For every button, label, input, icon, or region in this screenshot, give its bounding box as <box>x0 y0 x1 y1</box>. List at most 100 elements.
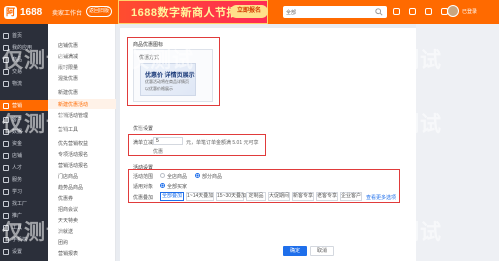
logo-text: 1688 <box>20 6 43 18</box>
bell-icon[interactable] <box>409 8 416 15</box>
sidebar-item[interactable]: 我的应用 <box>0 42 48 53</box>
sidebar-item[interactable]: 工具 <box>0 222 48 233</box>
right-gutter <box>416 24 499 261</box>
submenu-item[interactable]: 优先营销权益 <box>58 140 88 147</box>
submenu-item[interactable]: 限时限量 <box>58 64 78 71</box>
home-icon <box>3 32 9 39</box>
image-headline: 优惠价 详情页展示 <box>145 73 195 79</box>
top-bar: 阿 1688 卖家工作台 返回旧版 1688数字新商人节招商 立即报名 全部 已… <box>0 0 499 24</box>
person-icon <box>3 164 9 171</box>
segment-option[interactable]: 企业客户 <box>340 192 362 201</box>
sidebar-item[interactable]: 学习 <box>0 186 48 197</box>
submenu-item[interactable]: 营销活动报名 <box>58 162 88 169</box>
scope-radio-partial[interactable] <box>195 173 200 178</box>
submenu-item-active[interactable]: 新建优惠活动 <box>58 101 88 108</box>
truck-icon <box>3 80 9 87</box>
search-icon[interactable] <box>375 8 383 16</box>
message-icon[interactable] <box>393 8 400 15</box>
search-scope[interactable]: 全部 <box>286 9 296 16</box>
submenu-item[interactable]: 趋势品商品 <box>58 184 83 191</box>
threshold-label: 满单立减 <box>133 140 154 146</box>
customer-icon <box>3 116 9 123</box>
workspace-title: 卖家工作台 <box>52 11 83 17</box>
factory-icon <box>3 200 9 207</box>
sidebar-item[interactable]: 服务 <box>0 174 48 185</box>
scope-option-partial[interactable]: 部分商品 <box>202 173 222 180</box>
submenu-item[interactable]: 营销活动管理 <box>58 112 88 119</box>
trade-icon <box>3 68 9 75</box>
threshold-hint-2: 优惠 <box>153 149 164 155</box>
sidebar-item[interactable]: 找工厂 <box>0 198 48 209</box>
cart-icon[interactable] <box>425 8 432 15</box>
search-input[interactable]: 全部 <box>283 6 387 18</box>
submenu-item[interactable]: 营销报表 <box>58 250 78 257</box>
sidebar-item[interactable]: 数据 <box>0 126 48 137</box>
marketing-icon <box>3 102 9 109</box>
segment-option[interactable]: 大促期间 <box>268 192 290 201</box>
sidebar-item[interactable]: 物流 <box>0 78 48 89</box>
cancel-button[interactable]: 取消 <box>310 246 334 256</box>
submenu-item[interactable]: 满就送 <box>58 228 73 235</box>
apps-icon <box>3 44 9 51</box>
old-version-button[interactable]: 返回旧版 <box>86 6 112 17</box>
submenu-item[interactable]: 门店商品 <box>58 173 78 180</box>
sidebar-item[interactable]: 手机端 <box>0 234 48 245</box>
image-subline2: 以优惠价格展示 <box>145 86 173 91</box>
scope-radio-all[interactable] <box>160 173 165 178</box>
image-subline: 优惠活动将在商品详情页 <box>145 79 189 84</box>
submenu-item[interactable]: 店铺优惠 <box>58 42 78 49</box>
sidebar-item[interactable]: 设置 <box>0 246 48 257</box>
target-option-all[interactable]: 全部买家 <box>167 183 187 190</box>
submenu-item[interactable]: 专项活动报名 <box>58 151 88 158</box>
tool-icon <box>3 224 9 231</box>
phone-icon <box>3 236 9 243</box>
threshold-input[interactable]: 5 <box>153 137 183 145</box>
sidebar-item[interactable]: 交易 <box>0 66 48 77</box>
threshold-hint: 元，单笔订单金额满 5.01 元可享 <box>186 140 259 146</box>
target-label: 适用对象 <box>133 184 154 190</box>
confirm-button[interactable]: 确定 <box>283 246 307 256</box>
sidebar-item[interactable]: 首页 <box>0 30 48 41</box>
avatar[interactable] <box>447 5 459 17</box>
more-options-link[interactable]: 查看更多选项 <box>366 194 396 201</box>
service-icon <box>3 176 9 183</box>
sidebar-item[interactable]: 店铺 <box>0 150 48 161</box>
sidebar-item[interactable]: 客户 <box>0 114 48 125</box>
segment-option[interactable]: 定制品 <box>246 192 266 201</box>
segment-option[interactable]: 1~14天叠加 <box>186 192 214 201</box>
target-radio-all[interactable] <box>160 183 165 188</box>
scope-option-all[interactable]: 全店商品 <box>167 173 187 180</box>
submenu-item[interactable]: 营销工具 <box>58 126 78 133</box>
segment-option[interactable]: 15~30天叠加 <box>216 192 246 201</box>
stack-label: 优惠叠加 <box>133 195 154 201</box>
submenu-item[interactable]: 新建优惠 <box>58 89 78 96</box>
submenu-item[interactable]: 优惠券 <box>58 195 73 202</box>
scope-label: 活动范围 <box>133 174 154 180</box>
sidebar-item[interactable]: 人才 <box>0 162 48 173</box>
submenu-item[interactable]: 团购 <box>58 239 68 246</box>
image-card-label: 优惠方式 <box>139 55 160 61</box>
submenu-item[interactable]: 混批优惠 <box>58 75 78 82</box>
user-name[interactable]: 已登录 <box>462 8 477 15</box>
sidebar-item[interactable]: 资金 <box>0 138 48 149</box>
megaphone-icon <box>3 212 9 219</box>
preview-image[interactable]: 优惠价 详情页展示 优惠活动将在商品详情页 以优惠价格展示 <box>140 63 196 96</box>
sidebar-item[interactable]: 商品 <box>0 54 48 65</box>
main-sidebar: 首页 我的应用 商品 交易 物流 营销 客户 数据 资金 店铺 人才 服务 学习… <box>0 24 48 261</box>
sidebar-item[interactable]: 推广 <box>0 210 48 221</box>
book-icon <box>3 188 9 195</box>
segment-option[interactable]: 新客专享 <box>292 192 314 201</box>
submenu-item[interactable]: 天天特卖 <box>58 217 78 224</box>
store-icon <box>3 152 9 159</box>
submenu-item[interactable]: 招商会议 <box>58 206 78 213</box>
logo-icon: 阿 <box>4 5 17 19</box>
section-title-discount: 优惠设置 <box>133 126 154 132</box>
segment-option[interactable]: 全部叠加 <box>160 192 184 201</box>
banner-signup-button[interactable]: 立即报名 <box>230 5 268 18</box>
sidebar-item-marketing[interactable]: 营销 <box>0 100 48 111</box>
segment-option[interactable]: 老客专享 <box>316 192 338 201</box>
gear-icon <box>3 248 9 255</box>
wallet-icon <box>3 140 9 147</box>
brand-logo[interactable]: 阿 1688 <box>4 5 42 19</box>
submenu-item[interactable]: 店铺满减 <box>58 53 78 60</box>
